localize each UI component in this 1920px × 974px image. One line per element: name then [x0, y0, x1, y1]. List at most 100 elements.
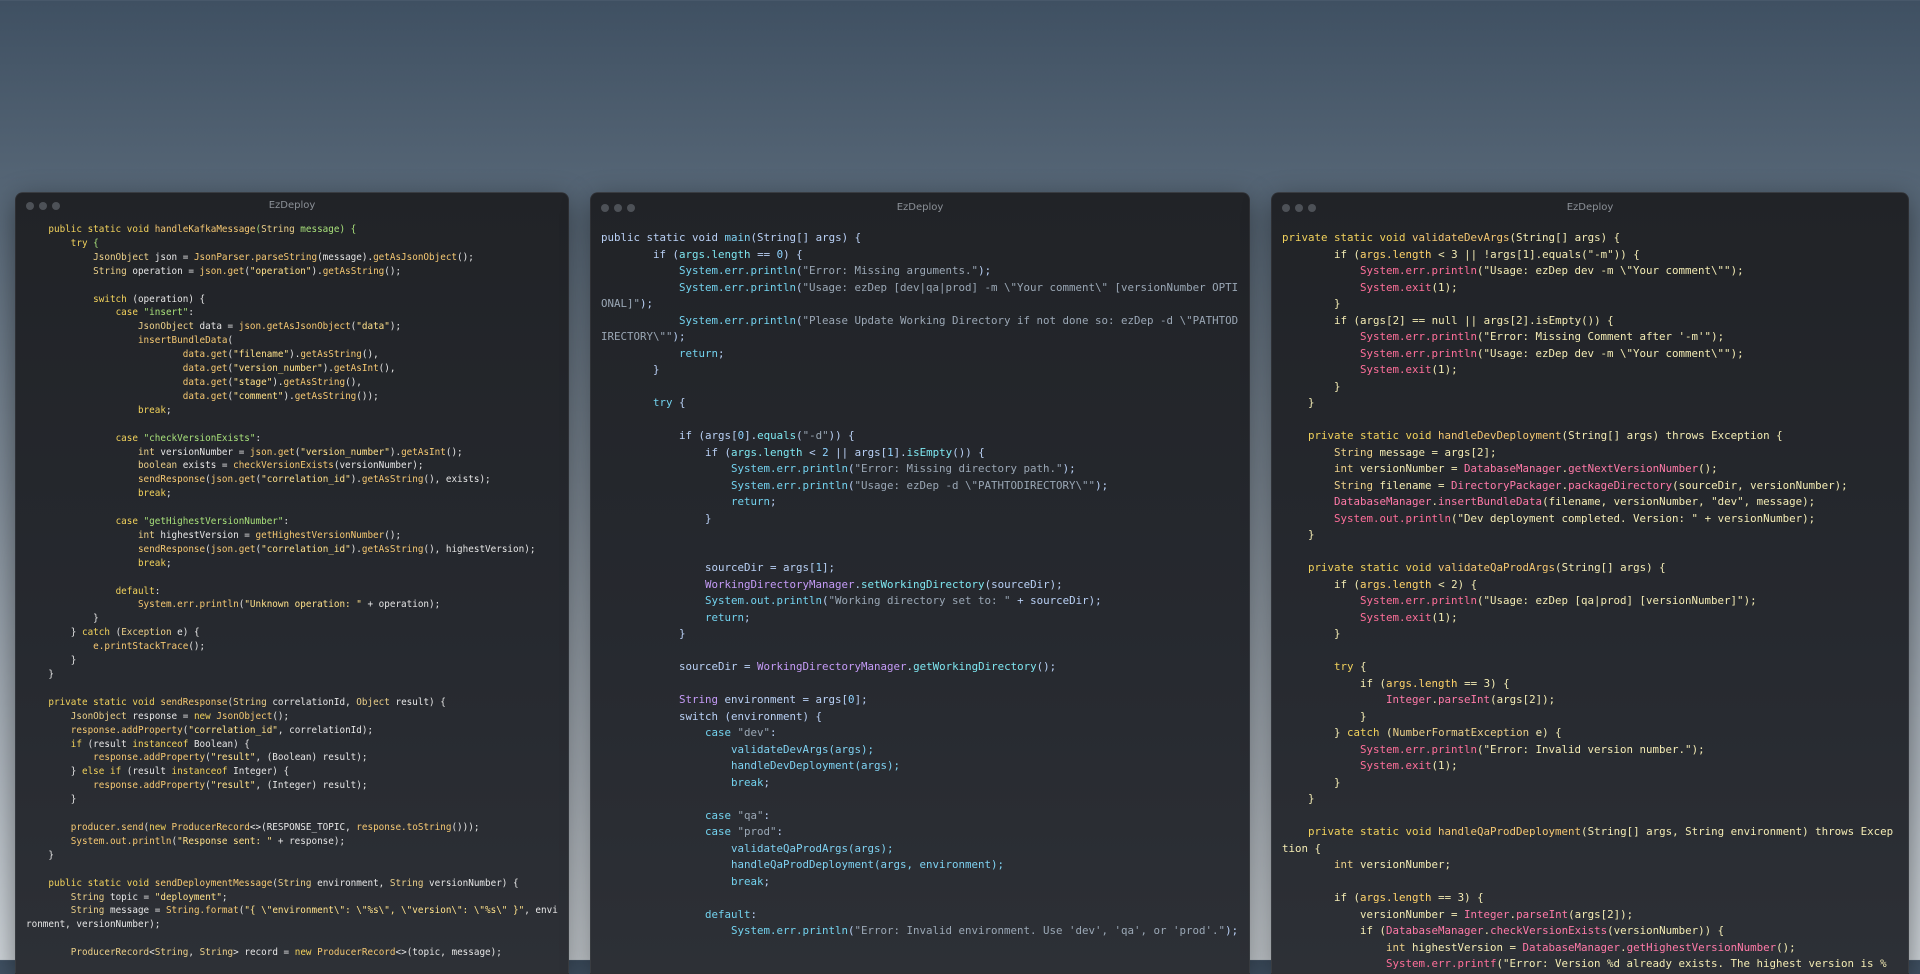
code-token	[1282, 479, 1334, 492]
code-token: }	[1308, 792, 1315, 805]
code-line: ​	[26, 279, 558, 293]
code-token: ()) {	[952, 446, 985, 459]
code-token: "Error: Missing arguments."	[803, 264, 979, 277]
code-token: getAsString	[323, 266, 385, 277]
code-line: ProducerRecord<String, String> record = …	[26, 946, 558, 960]
code-token: highestVersion =	[160, 530, 255, 541]
code-token	[26, 752, 93, 763]
code-line: private static void handleQaProdDeployme…	[1282, 824, 1898, 857]
code-token: [] args,	[1627, 825, 1686, 838]
code-token: String	[1516, 231, 1555, 244]
code-token: int	[1334, 858, 1360, 871]
code-token: if	[1360, 677, 1380, 690]
code-token: json.getAsJsonObject	[239, 321, 351, 332]
code-line: response.addProperty("result", (Integer)…	[26, 779, 558, 793]
code-token	[26, 530, 138, 541]
code-token	[26, 321, 138, 332]
code-token: String.format	[166, 905, 239, 916]
code-token: Integer	[1464, 908, 1510, 921]
code-token: );	[1445, 611, 1458, 624]
code-token: topic =	[110, 892, 155, 903]
code-token: ].	[744, 429, 757, 442]
code-line: ​	[601, 890, 1239, 907]
code-token: response =	[132, 711, 194, 722]
code-line: data.get("version_number").getAsInt(),	[26, 362, 558, 376]
code-token	[26, 363, 183, 374]
code-token: ()) {	[1581, 314, 1614, 327]
code-token: "Error: Invalid version number."	[1484, 743, 1692, 756]
code-token: NumberFormatException	[1393, 726, 1536, 739]
code-line: break;	[601, 775, 1239, 792]
code-editor[interactable]: public static void main(String[] args) {…	[591, 230, 1249, 940]
code-token: "Error: Missing directory path."	[855, 462, 1063, 475]
code-token	[601, 363, 653, 376]
code-token: switch	[679, 710, 725, 723]
code-token	[1282, 446, 1334, 459]
code-token	[1282, 281, 1360, 294]
code-token: [2].	[1510, 314, 1536, 327]
code-token: );	[390, 321, 401, 332]
code-line: System.err.println("Error: Invalid envir…	[601, 923, 1239, 940]
code-token: > record =	[233, 947, 295, 958]
code-token: ==	[751, 248, 777, 261]
code-token: String	[261, 224, 300, 235]
code-token: "Usage: ezDep -d \"PATHTODIRECTORY\""	[855, 479, 1096, 492]
code-token: validateQaProdArgs	[1438, 561, 1555, 574]
code-token: equals	[757, 429, 796, 442]
code-token: }	[93, 613, 99, 624]
code-token: handleDevDeployment	[731, 759, 855, 772]
code-token: (	[228, 335, 234, 346]
code-token: handleQaProdDeployment	[1438, 825, 1581, 838]
code-line: System.err.println("Error: Invalid versi…	[1282, 742, 1898, 759]
code-token: )) {	[829, 429, 855, 442]
code-token: filename =	[1380, 479, 1452, 492]
code-token: data =	[200, 321, 239, 332]
code-token: case	[116, 433, 144, 444]
code-token: getHighestVersionNumber	[256, 530, 385, 541]
code-token: versionNumber =	[160, 447, 250, 458]
code-token: ();	[457, 252, 474, 263]
code-token	[1282, 363, 1360, 376]
code-token: );	[1692, 743, 1705, 756]
code-token: "Error: Invalid environment. Use 'dev', …	[855, 924, 1226, 937]
code-token: String	[1334, 446, 1380, 459]
code-line: case "qa":	[601, 808, 1239, 825]
code-token: "Usage: ezDep dev -m \"Your comment\""	[1484, 347, 1731, 360]
code-line: JsonObject json = JsonParser.parseString…	[26, 251, 558, 265]
code-token: sendResponse	[138, 544, 205, 555]
code-token: ProducerRecord	[172, 822, 250, 833]
code-token: );	[1711, 330, 1724, 343]
code-token: System.err.println	[679, 281, 796, 294]
code-editor[interactable]: public static void handleKafkaMessage(St…	[16, 223, 568, 960]
code-token	[26, 739, 71, 750]
code-token: ;	[744, 611, 751, 624]
code-line: System.err.println("Usage: ezDep [qa|pro…	[1282, 593, 1898, 610]
code-token: System.exit	[1360, 281, 1432, 294]
code-line: ​	[26, 807, 558, 821]
window-titlebar: EzDeploy	[16, 193, 568, 219]
code-line: String environment = args[0];	[601, 692, 1239, 709]
code-token: ;	[764, 776, 771, 789]
code-line: }	[1282, 775, 1898, 792]
code-token	[26, 599, 138, 610]
code-token: packageDirectory	[1568, 479, 1672, 492]
code-editor[interactable]: private static void validateDevArgs(Stri…	[1272, 230, 1908, 974]
code-line: sendResponse(json.get("correlation_id").…	[26, 473, 558, 487]
code-token: ).	[289, 349, 300, 360]
code-token: handleQaProdDeployment	[731, 858, 874, 871]
code-token	[26, 780, 93, 791]
code-token	[26, 794, 71, 805]
code-token: "operation"	[250, 266, 312, 277]
code-token: JsonObject	[138, 321, 200, 332]
code-token: System.err.println	[679, 264, 796, 277]
code-token: versionNumber =	[1360, 908, 1464, 921]
code-token: default	[705, 908, 751, 921]
code-token: + operation);	[362, 599, 440, 610]
code-token: String	[1588, 825, 1627, 838]
code-token: (filename, versionNumber,	[1542, 495, 1711, 508]
code-line: ​	[601, 527, 1239, 544]
code-token: insertBundleData	[1438, 495, 1542, 508]
code-token: }	[1334, 627, 1341, 640]
code-line: default:	[26, 585, 558, 599]
code-token	[601, 314, 679, 327]
